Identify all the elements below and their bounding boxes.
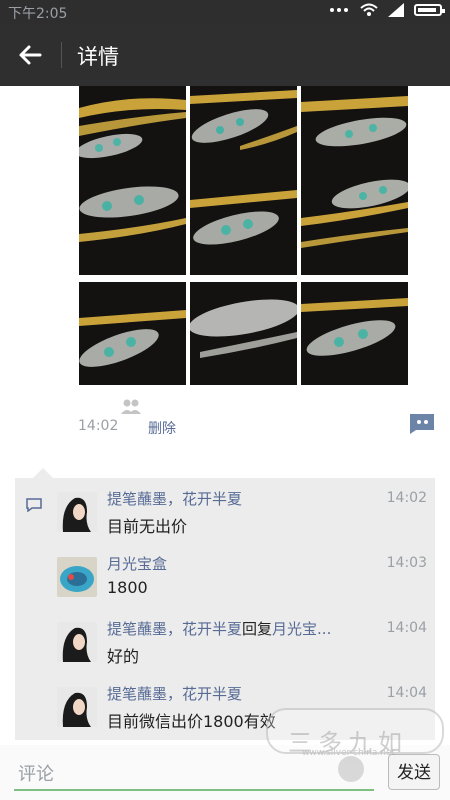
- back-arrow-icon[interactable]: [16, 40, 46, 70]
- comment-author[interactable]: 提笔蘸墨，花开半夏: [107, 683, 242, 704]
- post-meta: 14:02 删除: [78, 418, 176, 437]
- photo-thumbnail[interactable]: [79, 172, 186, 275]
- input-underline: [14, 789, 374, 791]
- reply-word: 回复: [242, 620, 273, 638]
- comment-bubble-icon: [26, 498, 42, 512]
- comment-time: 14:02: [386, 490, 427, 506]
- photo-thumbnail[interactable]: [301, 282, 408, 385]
- page-title: 详情: [77, 45, 119, 69]
- friends-icon: [121, 399, 141, 414]
- comment-author[interactable]: 提笔蘸墨，花开半夏: [107, 488, 242, 509]
- photo-thumbnail[interactable]: [190, 282, 297, 385]
- avatar[interactable]: [57, 492, 97, 532]
- comment-author[interactable]: 提笔蘸墨，花开半夏回复月光宝...: [107, 618, 331, 639]
- appbar-divider: [61, 42, 62, 68]
- comment-action-icon[interactable]: [408, 412, 436, 434]
- more-dots-icon: [330, 5, 350, 15]
- avatar[interactable]: [57, 557, 97, 597]
- comment-input[interactable]: 评论: [18, 760, 54, 786]
- comment-time: 14:04: [386, 620, 427, 636]
- reply-target[interactable]: 月光宝...: [272, 620, 331, 638]
- comment-text: 目前无出价: [107, 517, 188, 536]
- comment-text: 1800: [107, 578, 148, 597]
- signal-icon: [388, 3, 404, 17]
- battery-icon: [414, 4, 445, 16]
- avatar[interactable]: [57, 687, 97, 727]
- photo-grid: [79, 86, 409, 386]
- watermark-face-icon: [338, 756, 364, 782]
- status-bar: 下午2:05: [0, 0, 450, 24]
- status-icons: [330, 3, 445, 17]
- app-bar: 详情: [0, 24, 450, 86]
- photo-thumbnail[interactable]: [301, 172, 408, 275]
- delete-link[interactable]: 删除: [148, 418, 176, 438]
- comment-time: 14:03: [386, 555, 427, 571]
- comment-text: 目前微信出价1800有效: [107, 712, 276, 731]
- photo-thumbnail[interactable]: [190, 172, 297, 275]
- watermark: 三多九如 www.silver-china.net: [266, 698, 444, 788]
- wifi-icon: [360, 3, 378, 16]
- avatar[interactable]: [57, 622, 97, 662]
- photo-thumbnail[interactable]: [79, 282, 186, 385]
- post-time: 14:02: [78, 418, 119, 434]
- comment-text: 好的: [107, 647, 140, 666]
- comment-author[interactable]: 月光宝盒: [107, 553, 167, 574]
